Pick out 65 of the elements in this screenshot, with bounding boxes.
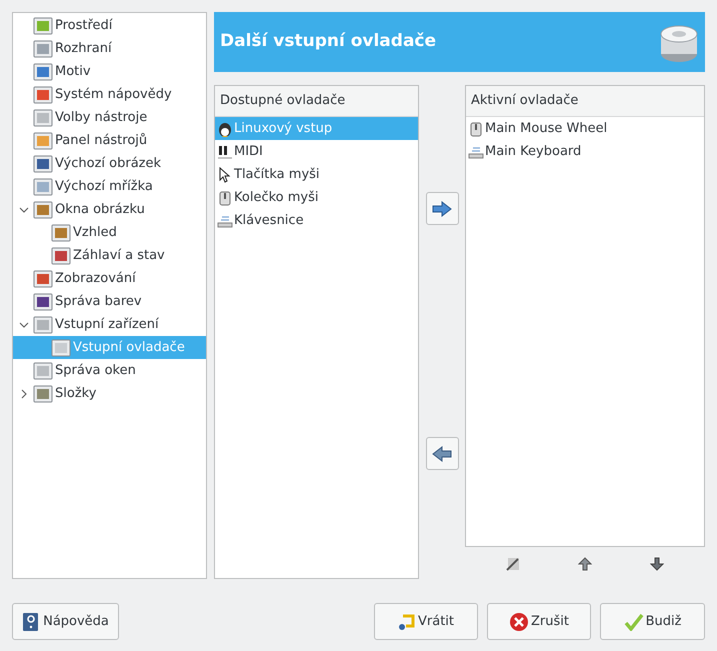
- tree-item-icon: [33, 16, 53, 36]
- page-title: Další vstupní ovladače: [220, 30, 436, 54]
- cursor-icon: [217, 166, 233, 182]
- right-arrow-icon: [432, 200, 452, 216]
- tree-item-icon: [33, 154, 53, 174]
- up-arrow-icon: [578, 557, 592, 571]
- list-item[interactable]: Main Keyboard: [466, 140, 704, 163]
- list-item[interactable]: Klávesnice: [215, 209, 418, 232]
- tree-item[interactable]: Složky: [13, 382, 206, 405]
- tree-item[interactable]: Vstupní zařízení: [13, 313, 206, 336]
- tree-item-icon: [33, 200, 53, 220]
- tree-item-icon: [51, 222, 71, 242]
- tree-item[interactable]: Záhlaví a stav: [13, 244, 206, 267]
- tree-item[interactable]: Panel nástrojů: [13, 129, 206, 152]
- tree-item[interactable]: Výchozí mřížka: [13, 175, 206, 198]
- help-button[interactable]: Nápověda: [12, 603, 119, 640]
- tree-item[interactable]: Okna obrázku: [13, 198, 206, 221]
- tree-item[interactable]: Zobrazování: [13, 267, 206, 290]
- tree-item-icon: [33, 384, 53, 404]
- ok-button[interactable]: Budiž: [600, 603, 705, 640]
- tree-item[interactable]: Vzhled: [13, 221, 206, 244]
- tree-item-icon: [51, 338, 71, 358]
- list-item[interactable]: MIDI: [215, 140, 418, 163]
- add-button[interactable]: [426, 192, 458, 225]
- piano-keys-icon: [217, 144, 233, 160]
- list-item[interactable]: Kolečko myši: [215, 186, 418, 209]
- tree-item[interactable]: Výchozí obrázek: [13, 152, 206, 175]
- tree-item-icon: [33, 38, 53, 58]
- left-arrow-icon: [432, 446, 452, 462]
- tree-item-icon: [33, 314, 53, 334]
- tree-item[interactable]: Prostředí: [13, 14, 206, 37]
- tree-item-icon: [33, 62, 53, 82]
- tree-item[interactable]: Motiv: [13, 60, 206, 83]
- tree-item-icon: [33, 360, 53, 380]
- help-book-icon: [22, 612, 40, 632]
- chevron-right-icon[interactable]: [19, 388, 29, 398]
- tree-item[interactable]: Rozhraní: [13, 37, 206, 60]
- check-icon: [624, 612, 644, 630]
- tree-item-icon: [33, 130, 53, 150]
- reset-button[interactable]: Vrátit: [374, 603, 478, 640]
- tree-item-icon: [33, 84, 53, 104]
- penguin-icon: [217, 120, 233, 136]
- mouse-icon: [217, 190, 233, 206]
- tree-item-icon: [33, 108, 53, 128]
- mouse-icon: [468, 120, 484, 136]
- pencil-icon: [506, 557, 520, 571]
- remove-button[interactable]: [426, 437, 458, 470]
- tree-item-icon: [51, 246, 71, 266]
- list-item[interactable]: Tlačítka myši: [215, 163, 418, 186]
- undo-icon: [398, 612, 416, 630]
- tree-item[interactable]: Volby nástroje: [13, 106, 206, 129]
- chevron-down-icon[interactable]: [19, 320, 29, 330]
- tree-item[interactable]: Systém nápovědy: [13, 83, 206, 106]
- chevron-down-icon[interactable]: [19, 204, 29, 214]
- column-header: Dostupné ovladače: [215, 86, 418, 117]
- tree-item[interactable]: Správa barev: [13, 290, 206, 313]
- tree-item[interactable]: Správa oken: [13, 359, 206, 382]
- cancel-button[interactable]: Zrušit: [487, 603, 591, 640]
- tree-item-icon: [33, 268, 53, 288]
- tree-item-icon: [33, 176, 53, 196]
- close-icon: [509, 612, 529, 632]
- column-header: Aktivní ovladače: [466, 86, 704, 117]
- down-arrow-icon: [650, 557, 664, 571]
- tree-item-icon: [33, 292, 53, 312]
- list-item[interactable]: Main Mouse Wheel: [466, 117, 704, 140]
